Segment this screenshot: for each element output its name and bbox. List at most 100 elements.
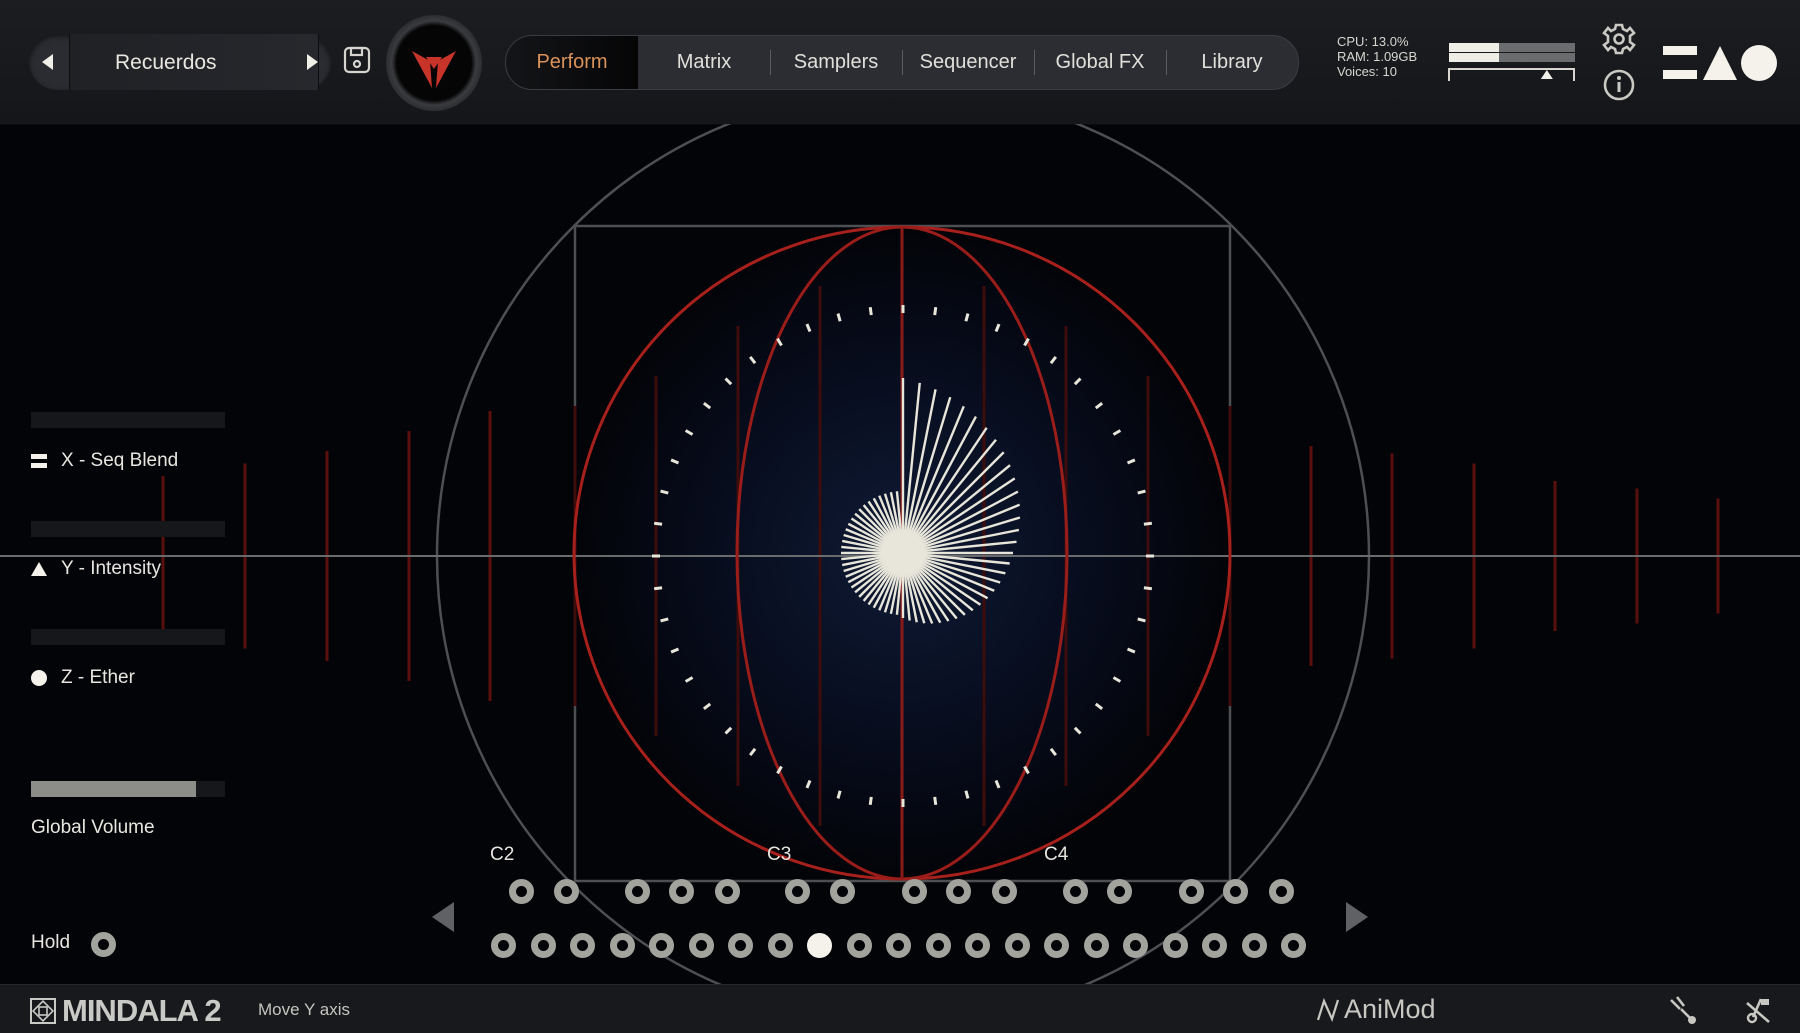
white-key[interactable] [530,933,556,958]
tuning-button[interactable] [1668,995,1698,1025]
z-axis-slider[interactable] [31,629,225,645]
global-volume-slider[interactable] [31,781,225,797]
tab-global-fx[interactable]: Global FX [1034,36,1166,89]
brand-logo-button[interactable] [386,15,482,111]
main-tabs: Perform Matrix Samplers Sequencer Global… [505,35,1299,90]
tick-mark [964,313,970,322]
white-key[interactable] [1241,933,1267,958]
tick-mark [660,617,669,623]
black-key[interactable] [554,879,579,904]
black-key[interactable] [509,879,534,904]
x-axis-slider[interactable] [31,412,225,428]
black-key[interactable] [902,879,927,904]
performance-stats: CPU: 13.0% RAM: 1.09GB Voices: 10 [1337,34,1417,79]
save-preset-button[interactable] [343,46,371,74]
white-key[interactable] [1083,933,1109,958]
tick-mark [660,489,669,495]
animod-label: AniMod [1344,994,1436,1024]
cpu-readout: CPU: 13.0% [1337,34,1409,49]
black-key[interactable] [1107,879,1132,904]
white-key[interactable] [925,933,951,958]
white-key[interactable] [491,933,516,958]
voices-readout: Voices: 10 [1337,64,1397,79]
info-button[interactable] [1602,68,1636,102]
white-key[interactable] [886,933,911,958]
black-key[interactable] [1179,879,1204,904]
crossed-note-icon [1746,998,1770,1024]
white-key[interactable] [846,933,872,958]
white-key[interactable] [570,933,595,958]
midi-learn-off-button[interactable] [1743,995,1773,1025]
triangle-left-icon [432,902,454,932]
octave-up-button[interactable] [1344,900,1370,934]
tab-sequencer[interactable]: Sequencer [902,36,1034,89]
black-key[interactable] [946,879,971,904]
tab-matrix[interactable]: Matrix [638,36,770,89]
white-key[interactable] [1004,933,1030,958]
white-key[interactable] [609,933,635,958]
octave-down-button[interactable] [430,900,456,934]
white-key[interactable] [688,933,714,958]
white-key[interactable] [649,933,674,958]
black-key[interactable] [1063,879,1088,904]
brand: MINDALA 2 [30,993,222,1029]
x-axis-name: X - Seq Blend [61,450,179,471]
white-key[interactable] [1123,933,1148,958]
tab-perform[interactable]: Perform [506,36,638,89]
y-axis-name: Y - Intensity [61,558,161,579]
settings-button[interactable] [1602,22,1636,56]
preset-name: Recuerdos [115,51,217,74]
animod-button[interactable]: AniMod [1316,994,1436,1025]
black-key[interactable] [1269,879,1294,904]
xyz-visualizer[interactable] [0,124,1800,984]
white-key[interactable] [728,933,753,958]
white-key[interactable] [1202,933,1227,958]
tab-library[interactable]: Library [1166,36,1298,89]
level-meter-fill [1449,43,1500,52]
white-key[interactable] [1044,933,1069,958]
black-key[interactable] [1223,879,1248,904]
triangle-right-icon [1346,902,1368,932]
y-axis-label: Y - Intensity [31,558,161,580]
white-key[interactable] [1281,933,1306,958]
z-axis-name: Z - Ether [61,667,135,688]
preset-next-button[interactable] [293,34,331,90]
hold-toggle[interactable] [91,932,116,957]
white-key[interactable] [807,933,832,958]
black-key[interactable] [715,879,740,904]
black-key[interactable] [830,879,855,904]
black-key[interactable] [669,879,694,904]
mandala-logo-icon [30,998,56,1024]
tick-mark [964,790,970,799]
output-level-slider[interactable] [1447,66,1577,82]
tick-mark [933,796,938,806]
black-key[interactable] [992,879,1017,904]
xyz-position-handle[interactable] [894,542,916,564]
white-key[interactable] [767,933,793,958]
x-axis-label: X - Seq Blend [31,450,178,472]
preset-prev-button[interactable] [29,34,67,90]
tick-mark [836,313,842,322]
black-key[interactable] [625,879,650,904]
info-icon [1603,69,1635,101]
preset-name-field[interactable]: Recuerdos [69,34,319,90]
status-hint: Move Y axis [258,1000,350,1019]
black-key[interactable] [785,879,810,904]
level-meter-left [1449,43,1575,52]
tick-mark [868,306,873,316]
white-key[interactable] [1162,933,1188,958]
tick-mark [653,586,663,591]
output-level-marker[interactable] [1540,70,1553,79]
gear-icon [1602,23,1636,55]
triangle-right-icon [307,54,318,70]
note-label-c3: C3 [767,844,792,865]
z-axis-label: Z - Ether [31,667,135,689]
brand-name: MINDALA 2 [62,993,222,1028]
level-meter-right [1449,53,1575,62]
y-axis-slider[interactable] [31,521,225,537]
xyz-shapes-button[interactable] [1663,43,1778,83]
white-key[interactable] [965,933,990,958]
save-icon [343,46,371,74]
tab-samplers[interactable]: Samplers [770,36,902,89]
level-meter-fill [1449,53,1500,62]
